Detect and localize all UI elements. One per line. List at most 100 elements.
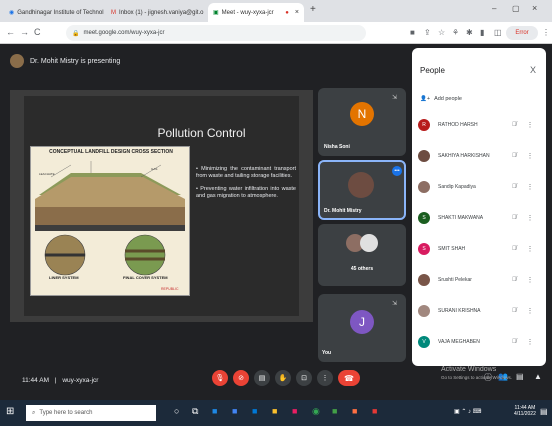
app-icon[interactable]: ■	[232, 406, 237, 416]
tab-favicon-icon: ◉	[9, 10, 15, 16]
raise-hand-button[interactable]: ✋	[275, 370, 291, 386]
avatar-initial: R	[422, 122, 426, 128]
participant-avatar	[418, 181, 430, 193]
close-panel-button[interactable]: X	[530, 65, 536, 75]
participant-row[interactable]: Sandip Kapadiya 🎙̸ ⋮	[412, 176, 546, 198]
camera-icon[interactable]: ■	[410, 28, 415, 37]
taskbar-search[interactable]: ⌕ Type here to search	[26, 405, 156, 421]
participant-tile[interactable]: N Nisha Soni ⇲	[318, 88, 406, 156]
forward-icon[interactable]: →	[20, 27, 29, 37]
activities-icon[interactable]: ▲	[534, 372, 542, 381]
new-tab-button[interactable]: +	[310, 4, 316, 15]
app-icon[interactable]: ■	[292, 406, 297, 416]
profile-label: Error	[515, 30, 529, 36]
close-tab-icon[interactable]: ×	[295, 9, 299, 16]
camera-off-button[interactable]: ⊘	[233, 370, 249, 386]
more-options-icon[interactable]: ⋮	[527, 338, 534, 346]
maximize-window-icon[interactable]: ▢	[512, 4, 520, 13]
add-person-icon: 👤+	[420, 96, 431, 102]
system-tray-icons[interactable]: ▣ ⌃ ♪ ⌨	[454, 408, 481, 415]
mic-off-button[interactable]: 🎙	[212, 370, 228, 386]
app-icon[interactable]: ■	[252, 406, 257, 416]
participant-row[interactable]: SAKHIYA HARKISHAN 🎙̸ ⋮	[412, 145, 546, 167]
profile-error-button[interactable]: Error	[506, 26, 538, 40]
app-icon[interactable]: ■	[352, 406, 357, 416]
present-button[interactable]: ⊡	[296, 370, 312, 386]
participant-avatar	[418, 305, 430, 317]
menu-icon[interactable]: ⋮	[542, 28, 550, 37]
browser-tab-git[interactable]: ◉ Gandhinagar Institute of Technol ×	[4, 3, 104, 22]
more-options-icon[interactable]: ⋮	[527, 276, 534, 284]
participant-name: SHAKTI MAKWANA	[438, 215, 484, 221]
participant-row[interactable]: Srushti Pelekar 🎙̸ ⋮	[412, 269, 546, 291]
captions-button[interactable]: ▤	[254, 370, 270, 386]
mic-off-icon: 🎙̸	[512, 339, 517, 345]
extension-icon[interactable]: ⚘	[452, 28, 459, 37]
url-text: meet.google.com/wuy-xyxa-jcr	[83, 30, 165, 36]
notification-icon[interactable]: ▤	[540, 407, 548, 416]
app-icon[interactable]: ■	[212, 406, 217, 416]
participant-avatar: S	[418, 243, 430, 255]
more-options-icon[interactable]: ⋮	[527, 152, 534, 160]
more-options-icon[interactable]: ⋮	[527, 307, 534, 315]
star-icon[interactable]: ☆	[438, 28, 445, 37]
task-view-icon[interactable]: ⧉	[192, 406, 198, 417]
slide-title: Pollution Control	[157, 126, 246, 140]
self-tile[interactable]: J You ⇲	[318, 294, 406, 362]
participant-row[interactable]: S SMIT SHAH 🎙̸ ⋮	[412, 238, 546, 260]
add-people-label: Add people	[434, 96, 462, 102]
mic-off-icon: 🎙̸	[512, 246, 517, 252]
watermark-line1: Activate Windows	[441, 366, 497, 373]
minimize-window-icon[interactable]: –	[492, 4, 496, 13]
others-tile[interactable]: 45 others	[318, 224, 406, 286]
participant-avatar: N	[350, 102, 374, 126]
mic-off-icon: 🎙̸	[512, 277, 517, 283]
reload-icon[interactable]: C	[34, 27, 41, 37]
participant-avatar: S	[418, 212, 430, 224]
bullet-text: Minimizing the contaminant transport fro…	[196, 166, 296, 179]
pin-icon[interactable]: ⇲	[392, 300, 397, 307]
browser-tab-bar: ◉ Gandhinagar Institute of Technol × M I…	[0, 0, 552, 22]
add-people-button[interactable]: 👤+ Add people	[420, 96, 462, 102]
watermark-line2: Go to Settings to activate Windows.	[441, 375, 513, 380]
meeting-code[interactable]: wuy-xyxa-jcr	[62, 377, 98, 384]
landfill-cross-section: LEACHATE GAS	[35, 161, 185, 276]
clock[interactable]: 11:44 AM 4/11/2022	[514, 405, 536, 417]
file-explorer-icon[interactable]: ■	[272, 406, 277, 416]
chrome-icon[interactable]: ◉	[312, 406, 320, 417]
leave-call-button[interactable]: ☎	[338, 370, 360, 386]
participant-row[interactable]: V VAJA MEGHABEN 🎙̸ ⋮	[412, 331, 546, 353]
more-options-icon[interactable]: ⋮	[527, 121, 534, 129]
cortana-icon[interactable]: ○	[174, 406, 179, 416]
participant-row[interactable]: S SHAKTI MAKWANA 🎙̸ ⋮	[412, 207, 546, 229]
address-bar[interactable]: 🔒 meet.google.com/wuy-xyxa-jcr	[66, 25, 366, 41]
close-window-icon[interactable]: ×	[532, 3, 537, 13]
pin-icon[interactable]: ⇲	[392, 94, 397, 101]
search-icon: ⌕	[32, 409, 36, 416]
participant-row[interactable]: SURANI KRISHNA 🎙̸ ⋮	[412, 300, 546, 322]
mic-off-icon: 🎙	[215, 375, 225, 382]
captions-icon: ▤	[258, 375, 266, 382]
share-icon[interactable]: ⇪	[424, 28, 431, 37]
more-options-icon[interactable]: ⋮	[527, 214, 534, 222]
mic-off-icon: 🎙̸	[512, 184, 517, 190]
more-options-icon[interactable]: ⋮	[527, 245, 534, 253]
slide: Pollution Control CONCEPTUAL LANDFILL DE…	[24, 96, 299, 316]
sidebar-icon[interactable]: ◫	[494, 28, 502, 37]
participant-row[interactable]: R RATHOD HARSH 🎙̸ ⋮	[412, 114, 546, 136]
more-options-button[interactable]: ⋮	[317, 370, 333, 386]
chat-icon[interactable]: ▤	[516, 372, 524, 381]
participant-avatar	[418, 150, 430, 162]
windows-start-icon[interactable]: ⊞	[6, 406, 14, 417]
extension-icon[interactable]: ✱	[466, 28, 473, 37]
back-icon[interactable]: ←	[6, 27, 15, 37]
download-icon[interactable]: ▮	[480, 28, 484, 37]
app-icon[interactable]: ■	[332, 406, 337, 416]
more-options-icon[interactable]: ⋮	[527, 183, 534, 191]
recording-dot-icon: ●	[285, 9, 289, 16]
browser-tab-meet[interactable]: ▣ Meet - wuy-xyxa-jcr ● ×	[208, 3, 304, 22]
pdf-icon[interactable]: ■	[372, 406, 377, 416]
participant-tile-speaking[interactable]: Dr. Mohit Mistry •••	[318, 160, 406, 220]
browser-tab-inbox[interactable]: M Inbox (1) - jignesh.vaniya@git.o ×	[106, 3, 206, 22]
participant-name: Srushti Pelekar	[438, 277, 472, 283]
